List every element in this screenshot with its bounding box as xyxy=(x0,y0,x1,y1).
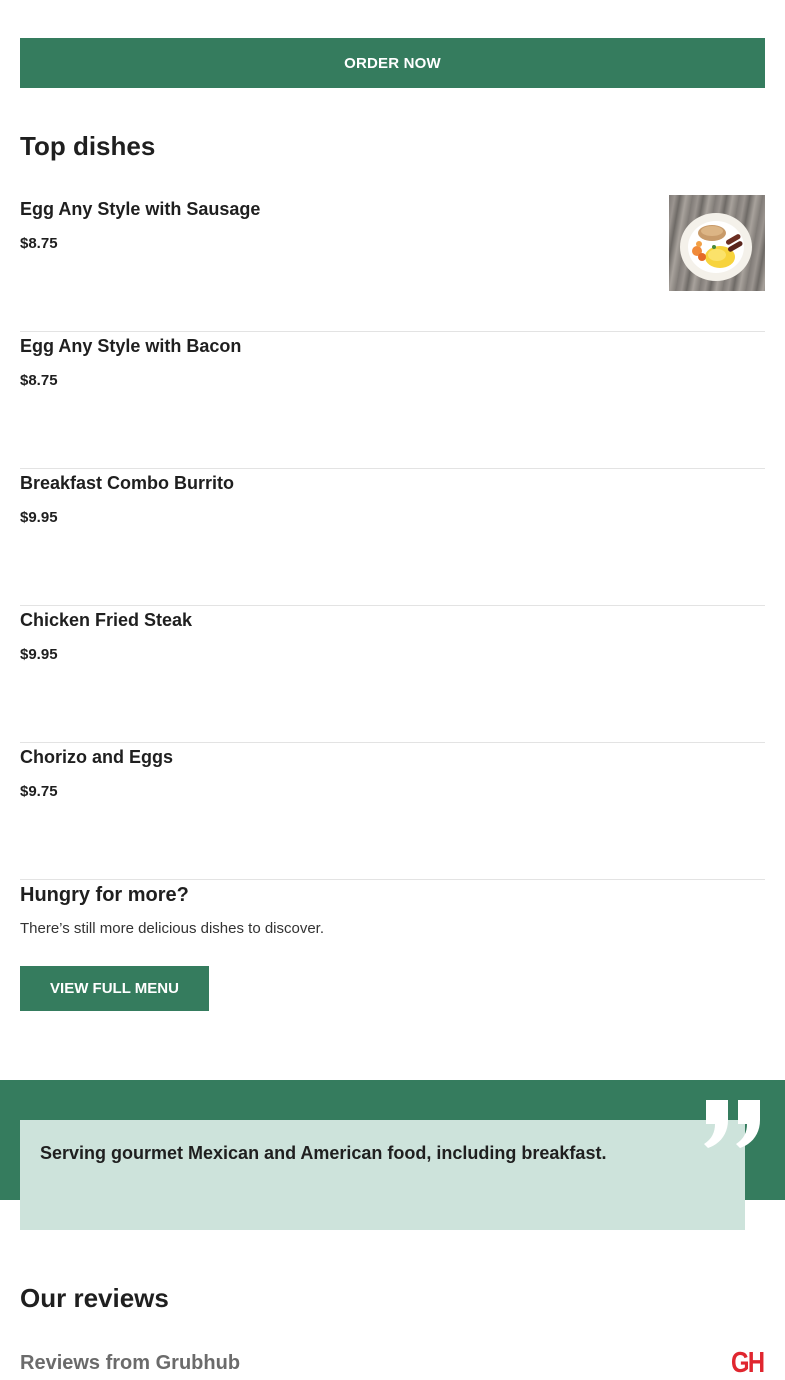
dish-item[interactable]: Egg Any Style with Sausage $8.75 xyxy=(20,195,765,332)
dish-price: $8.75 xyxy=(20,372,58,389)
dish-name: Egg Any Style with Bacon xyxy=(20,336,242,356)
hungry-text: There’s still more delicious dishes to d… xyxy=(20,920,325,937)
about-card: Serving gourmet Mexican and American foo… xyxy=(20,1120,745,1230)
dish-name: Breakfast Combo Burrito xyxy=(20,473,235,493)
dish-name: Chicken Fried Steak xyxy=(20,610,193,630)
dish-image xyxy=(669,195,765,291)
dish-name: Chorizo and Eggs xyxy=(20,747,173,767)
dish-price: $9.95 xyxy=(20,646,58,663)
reviews-source-title: Reviews from Grubhub xyxy=(20,1352,241,1374)
dish-price: $9.95 xyxy=(20,509,58,526)
dish-item[interactable]: Egg Any Style with Bacon $8.75 xyxy=(20,332,765,469)
hungry-title: Hungry for more? xyxy=(20,884,189,906)
about-text: Serving gourmet Mexican and American foo… xyxy=(40,1143,607,1163)
dish-price: $9.75 xyxy=(20,783,58,800)
dish-item[interactable]: Breakfast Combo Burrito $9.95 xyxy=(20,469,765,606)
grubhub-logo: GH xyxy=(731,1347,765,1379)
dish-item[interactable]: Chorizo and Eggs $9.75 xyxy=(20,743,765,880)
dish-name: Egg Any Style with Sausage xyxy=(20,199,261,219)
view-full-menu-button[interactable]: VIEW FULL MENU xyxy=(20,966,209,1011)
dish-divider xyxy=(20,879,765,880)
dish-price: $8.75 xyxy=(20,235,58,252)
reviews-title: Our reviews xyxy=(20,1283,169,1313)
top-dishes-title: Top dishes xyxy=(20,131,156,161)
order-now-button[interactable]: ORDER NOW xyxy=(20,38,765,88)
quote-icon xyxy=(702,1098,766,1150)
dish-item[interactable]: Chicken Fried Steak $9.95 xyxy=(20,606,765,743)
